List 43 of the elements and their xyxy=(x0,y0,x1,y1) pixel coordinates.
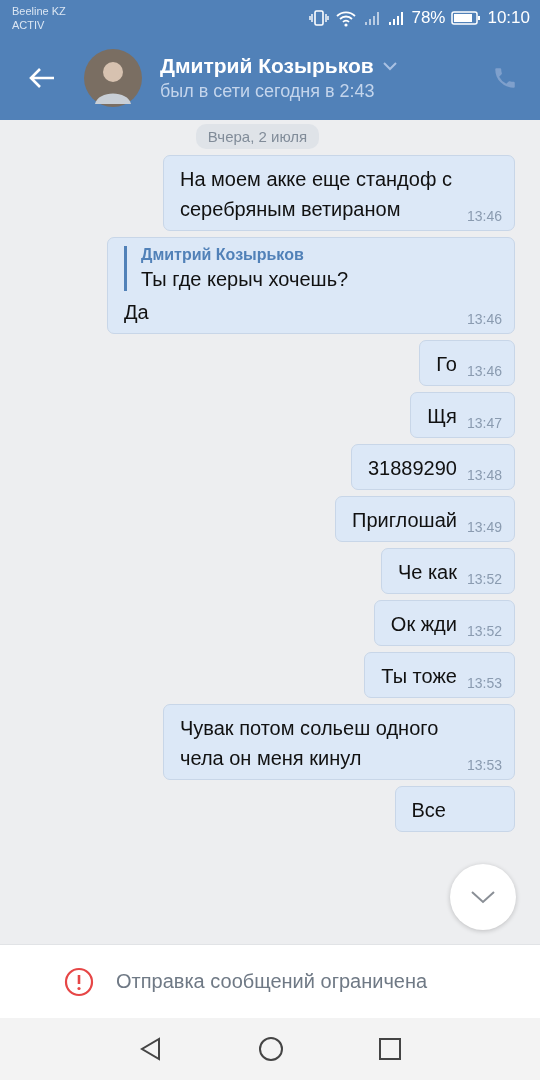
message-text: Приглошай xyxy=(352,508,457,533)
quote-text: Ты где керыч хочешь? xyxy=(141,268,350,291)
recents-nav-icon[interactable] xyxy=(378,1037,402,1061)
message-text: Все xyxy=(411,798,446,823)
message-text: Чувак потом сольеш одного чела он меня кинул xyxy=(180,716,440,771)
wifi-icon xyxy=(335,9,358,27)
message-text: Да xyxy=(124,300,150,325)
warning-icon xyxy=(64,966,94,997)
home-nav-icon[interactable] xyxy=(258,1036,284,1062)
message-text: Ты тоже xyxy=(381,664,457,689)
message-time: 13:52 xyxy=(466,623,502,639)
date-label: Вчера, 2 июля xyxy=(195,124,320,149)
message-time: 13:53 xyxy=(466,757,502,773)
message-time: 13:49 xyxy=(466,519,502,535)
battery-percent: 78% xyxy=(411,8,446,28)
message-text: Ок жди xyxy=(390,612,457,637)
message-text: 31889290 xyxy=(367,456,457,481)
avatar[interactable] xyxy=(84,49,142,107)
signal-icon xyxy=(363,9,382,27)
chevron-down-icon xyxy=(470,890,496,904)
battery-icon xyxy=(451,10,482,26)
message-text: Щя xyxy=(427,404,457,429)
message-text: Че как xyxy=(397,560,457,585)
carrier-name: Beeline KZ xyxy=(12,4,66,18)
message-text: Го xyxy=(436,352,457,377)
contact-name[interactable]: Дмитрий Козырьков xyxy=(160,54,374,78)
message-time: 13:48 xyxy=(466,467,502,483)
vibrate-icon xyxy=(309,8,330,28)
message-time: 13:46 xyxy=(466,208,502,224)
back-arrow-icon[interactable] xyxy=(28,66,56,90)
restriction-notice: Отправка сообщений ограничена xyxy=(116,970,428,993)
message-time: 13:46 xyxy=(466,363,502,379)
last-seen-status: был в сети сегодня в 2:43 xyxy=(160,81,376,102)
clock: 10:10 xyxy=(487,8,530,28)
message-time: 13:47 xyxy=(466,415,502,431)
chevron-down-icon[interactable] xyxy=(381,61,398,71)
message-text: На моем акке еще стандоф с серебряным ветираном xyxy=(180,167,453,222)
message-time: 13:46 xyxy=(466,311,502,327)
message-time: 13:52 xyxy=(466,571,502,587)
signal-icon xyxy=(387,9,406,27)
carrier-name: ACTIV xyxy=(12,18,46,32)
quote-author: Дмитрий Козырьков xyxy=(141,246,305,264)
message-time: 13:53 xyxy=(466,675,502,691)
